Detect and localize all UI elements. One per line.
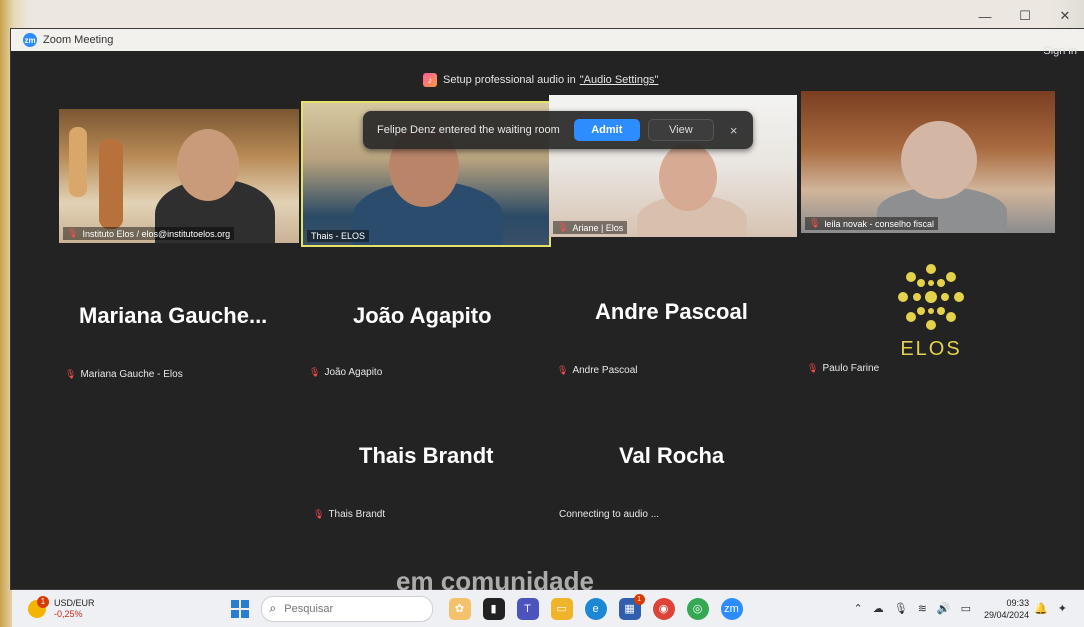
participant-name-tag: 🎙 Andre Pascoal <box>557 365 637 376</box>
ukulele-decor <box>69 127 87 197</box>
color-app-icon[interactable]: ✦ <box>1058 602 1067 615</box>
edge-icon[interactable]: e <box>584 597 607 620</box>
widgets-button[interactable]: 1 USD/EUR -0,25% <box>28 595 95 620</box>
audio-settings-link[interactable]: "Audio Settings" <box>580 74 659 86</box>
participant-display-name: Val Rocha <box>619 443 725 468</box>
ticker-change: -0,25% <box>54 608 83 619</box>
participant-name-tag: 🎙 leila novak - conselho fiscal <box>805 217 938 230</box>
participant-head <box>177 129 239 201</box>
windows-start-icon[interactable] <box>230 599 249 618</box>
onedrive-icon[interactable]: ☁ <box>873 602 884 615</box>
teams-icon[interactable]: T <box>516 597 539 620</box>
window-controls: — ☐ ✕ <box>965 5 1084 27</box>
title-bar: zm Zoom Meeting — ☐ ✕ <box>11 8 1084 51</box>
notifications-bell-icon[interactable]: 🔔 <box>1034 602 1048 615</box>
chrome-profile-icon[interactable]: ◎ <box>686 597 709 620</box>
minimize-button[interactable]: — <box>965 5 1005 27</box>
participant-name-tag: 🎙 Ariane | Elos <box>553 221 628 234</box>
audio-settings-banner: ♪ Setup professional audio in "Audio Set… <box>423 73 658 87</box>
file-explorer-icon[interactable]: ▭ <box>550 597 573 620</box>
participant-status: Connecting to audio ... <box>559 509 660 520</box>
participant-name-tag: 🎙 João Agapito <box>309 367 382 378</box>
zoom-icon: zm <box>23 33 37 47</box>
pinned-apps: ✿ ▮ T ▭ e ▦ 1 ◉ ◎ zm <box>443 593 749 620</box>
ticker-name: USD/EUR <box>54 597 95 608</box>
close-notification-icon[interactable]: × <box>730 123 738 138</box>
participant-name: Andre Pascoal <box>572 365 638 376</box>
participant-display-name: Andre Pascoal <box>595 299 748 324</box>
clock[interactable]: 09:33 29/04/2024 <box>984 597 1029 621</box>
music-note-icon: ♪ <box>423 73 437 87</box>
search-icon: ⌕ <box>269 601 277 615</box>
participant-name: Thais Brandt <box>328 509 386 520</box>
participant-name-tag: 🎙 Thais Brandt <box>313 509 385 520</box>
mic-muted-icon: 🎙 <box>557 222 569 232</box>
microphone-icon[interactable]: 🎙 <box>894 602 908 615</box>
participant-head <box>659 143 717 211</box>
window-title: Zoom Meeting <box>43 34 114 46</box>
guitar-decor <box>99 139 123 229</box>
participant-name: Mariana Gauche - Elos <box>80 369 183 380</box>
participant-name-tag: 🎙 Mariana Gauche - Elos <box>65 369 183 380</box>
maximize-button[interactable]: ☐ <box>1005 5 1045 27</box>
participant-name: Instituto Elos / elos@institutoelos.org <box>82 228 231 239</box>
elos-logo: ELOS <box>889 257 973 361</box>
ticker-widget: USD/EUR -0,25% <box>54 598 95 620</box>
video-tile-leila-novak[interactable]: 🎙 leila novak - conselho fiscal <box>801 91 1055 233</box>
mic-muted-icon: 🎙 <box>809 218 821 228</box>
video-tile-instituto-elos[interactable]: 🎙 Instituto Elos / elos@institutoelos.or… <box>59 109 299 243</box>
copilot-icon[interactable]: ✿ <box>448 597 471 620</box>
participant-name-tag: 🎙 Paulo Farine <box>807 363 879 374</box>
participant-name-tag: 🎙 Instituto Elos / elos@institutoelos.or… <box>63 227 235 240</box>
audio-banner-text: Setup professional audio in <box>443 74 576 86</box>
connecting-audio-status: Connecting to audio ... <box>559 509 659 520</box>
chrome-icon[interactable]: ◉ <box>652 597 675 620</box>
zoom-taskbar-icon[interactable]: zm <box>720 597 743 620</box>
volume-icon[interactable]: 🔊 <box>937 602 951 615</box>
close-button[interactable]: ✕ <box>1045 5 1084 27</box>
notification-badge: 1 <box>633 593 645 605</box>
chevron-up-icon[interactable]: ⌃ <box>854 602 863 615</box>
mic-muted-icon: 🎙 <box>807 363 819 373</box>
view-button[interactable]: View <box>647 119 714 141</box>
waiting-room-notification: Felipe Denz entered the waiting room Adm… <box>363 111 753 149</box>
system-tray: ⌃ ☁ 🎙 ≋ 🔊 ▭ 09:33 29/04/2024 🔔 ✦ <box>849 590 1072 627</box>
notification-badge: 1 <box>37 595 49 608</box>
participant-name-tag: Thais - ELOS <box>307 230 370 242</box>
mic-muted-icon: 🎙 <box>313 509 325 519</box>
zoom-window: zm Zoom Meeting — ☐ ✕ Sign in ♪ Setup pr… <box>10 8 1084 590</box>
participant-display-name: João Agapito <box>353 303 492 328</box>
taskbar: 1 USD/EUR -0,25% ⌕ ✿ ▮ T ▭ e ▦ 1 ◉ ◎ zm … <box>12 590 1084 627</box>
participant-name: Paulo Farine <box>822 363 880 374</box>
participant-name: Ariane | Elos <box>572 222 624 233</box>
battery-icon[interactable]: ▭ <box>961 602 971 615</box>
clock-time: 09:33 <box>1006 597 1030 608</box>
participant-name: João Agapito <box>324 367 383 378</box>
mic-muted-icon: 🎙 <box>67 228 79 238</box>
wifi-icon[interactable]: ≋ <box>918 602 927 615</box>
sign-in-link[interactable]: Sign in <box>1043 45 1077 57</box>
store-icon[interactable]: ▦ 1 <box>618 593 645 620</box>
taskbar-search[interactable]: ⌕ <box>260 595 433 622</box>
participant-head <box>901 121 977 199</box>
task-view-icon[interactable]: ▮ <box>482 597 505 620</box>
admit-button[interactable]: Admit <box>573 119 640 141</box>
participant-name: Thais - ELOS <box>311 231 366 241</box>
mic-muted-icon: 🎙 <box>309 367 321 377</box>
elos-star-icon <box>898 264 964 330</box>
elos-logo-text: ELOS <box>900 338 962 360</box>
clock-date: 29/04/2024 <box>984 609 1030 620</box>
waiting-room-message: Felipe Denz entered the waiting room <box>377 124 560 136</box>
participant-display-name: Thais Brandt <box>359 443 494 468</box>
participant-display-name: Mariana Gauche... <box>79 303 268 328</box>
mic-muted-icon: 🎙 <box>65 369 77 379</box>
participant-name: leila novak - conselho fiscal <box>824 218 934 229</box>
search-input[interactable] <box>282 601 397 616</box>
weather-icon: 1 <box>28 595 49 618</box>
mic-muted-icon: 🎙 <box>557 365 569 375</box>
